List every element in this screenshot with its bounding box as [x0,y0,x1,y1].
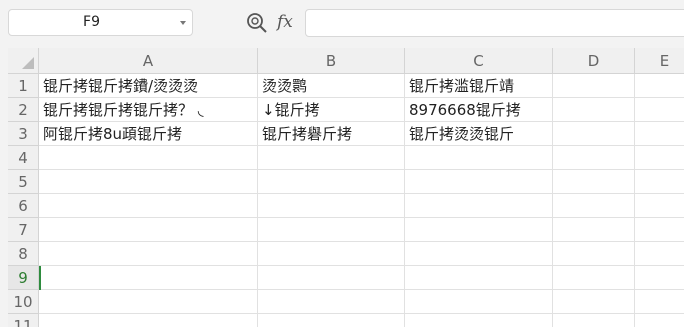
cell-c6[interactable] [405,194,553,218]
cell-a5[interactable] [39,170,258,194]
cell-c4[interactable] [405,146,553,170]
cell-b1[interactable]: 烫烫鹮 [258,74,405,98]
cell-c11[interactable] [405,314,553,327]
column-header-d[interactable]: D [553,48,635,74]
cell-a2[interactable]: 锟斤拷锟斤拷锟斤拷？ ◟ [39,98,258,122]
cell-e7[interactable] [635,218,684,242]
zoom-magnifier-icon[interactable] [246,12,268,34]
cell-c10[interactable] [405,290,553,314]
row-header-6[interactable]: 6 [8,194,39,218]
column-header-a[interactable]: A [39,48,258,74]
cell-b3[interactable]: 锟斤拷礜斤拷 [258,122,405,146]
cell-c3[interactable]: 锟斤拷烫烫锟斤 [405,122,553,146]
cell-e2[interactable] [635,98,684,122]
row-header-11[interactable]: 11 [8,314,39,327]
select-all-icon [22,57,34,69]
formula-input[interactable] [305,9,684,37]
cell-a10[interactable] [39,290,258,314]
cell-b5[interactable] [258,170,405,194]
cell-a6[interactable] [39,194,258,218]
name-box[interactable]: F9 [8,9,193,36]
cell-d10[interactable] [553,290,635,314]
column-header-b[interactable]: B [258,48,405,74]
cell-c2[interactable]: 8976668锟斤拷 [405,98,553,122]
cell-e5[interactable] [635,170,684,194]
cell-b8[interactable] [258,242,405,266]
cell-e9[interactable] [635,266,684,290]
cell-d3[interactable] [553,122,635,146]
cell-e3[interactable] [635,122,684,146]
row-header-10[interactable]: 10 [8,290,39,314]
select-all-corner[interactable] [8,48,39,74]
row-header-7[interactable]: 7 [8,218,39,242]
cell-e1[interactable] [635,74,684,98]
selected-cell-indicator [39,266,41,290]
row-header-4[interactable]: 4 [8,146,39,170]
column-header-e[interactable]: E [635,48,684,74]
cell-b9[interactable] [258,266,405,290]
row-header-8[interactable]: 8 [8,242,39,266]
name-box-value: F9 [83,14,100,30]
cell-a4[interactable] [39,146,258,170]
cell-e8[interactable] [635,242,684,266]
cell-c1[interactable]: 锟斤拷滥锟斤靖 [405,74,553,98]
cell-d4[interactable] [553,146,635,170]
row-header-3[interactable]: 3 [8,122,39,146]
cell-e6[interactable] [635,194,684,218]
left-margin [0,48,8,327]
cell-a8[interactable] [39,242,258,266]
cell-b10[interactable] [258,290,405,314]
cell-a11[interactable] [39,314,258,327]
cell-c9[interactable] [405,266,553,290]
cell-b4[interactable] [258,146,405,170]
column-header-c[interactable]: C [405,48,553,74]
row-header-9[interactable]: 9 [8,266,39,290]
cell-a3[interactable]: 阿锟斤拷8u頙锟斤拷 [39,122,258,146]
spreadsheet-grid: A B C D E 1 锟斤拷锟斤拷鐨/烫烫烫 烫烫鹮 锟斤拷滥锟斤靖 2 锟斤拷锟斤拷锟斤拷？ ◟… [0,48,684,327]
cell-b7[interactable] [258,218,405,242]
cell-c5[interactable] [405,170,553,194]
row-header-1[interactable]: 1 [8,74,39,98]
cell-d9[interactable] [553,266,635,290]
cell-d8[interactable] [553,242,635,266]
chevron-down-icon[interactable] [180,21,186,25]
cell-b6[interactable] [258,194,405,218]
cell-c8[interactable] [405,242,553,266]
cell-e11[interactable] [635,314,684,327]
cell-d11[interactable] [553,314,635,327]
cell-e4[interactable] [635,146,684,170]
cell-c7[interactable] [405,218,553,242]
cell-b2[interactable]: ↓锟斤拷 [258,98,405,122]
row-header-2[interactable]: 2 [8,98,39,122]
cell-e10[interactable] [635,290,684,314]
cell-d5[interactable] [553,170,635,194]
cell-a7[interactable] [39,218,258,242]
cell-a1[interactable]: 锟斤拷锟斤拷鐨/烫烫烫 [39,74,258,98]
row-header-5[interactable]: 5 [8,170,39,194]
cell-d7[interactable] [553,218,635,242]
function-icon[interactable]: fx [277,10,293,34]
formula-bar: F9 fx [0,0,684,46]
cell-b11[interactable] [258,314,405,327]
cell-a9[interactable] [39,266,258,290]
cell-d2[interactable] [553,98,635,122]
cell-d6[interactable] [553,194,635,218]
cell-d1[interactable] [553,74,635,98]
